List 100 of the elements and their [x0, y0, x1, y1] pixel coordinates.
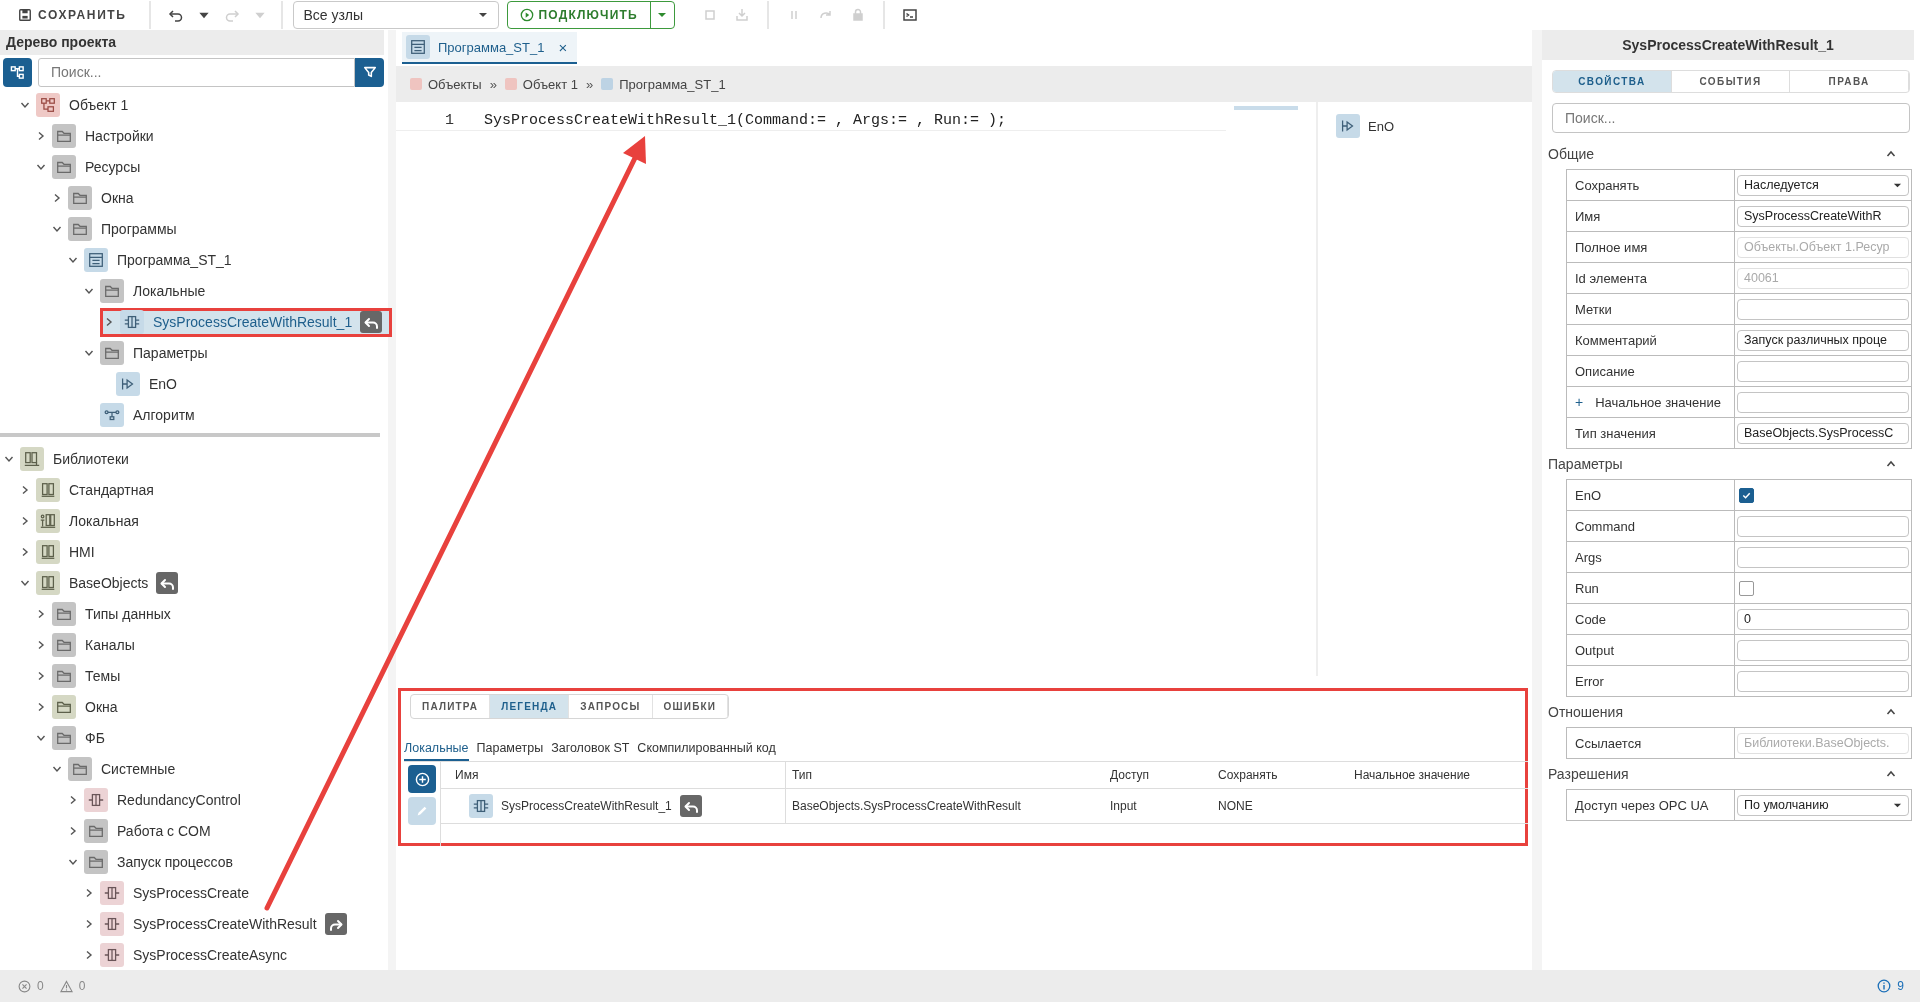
checkbox[interactable]: [1739, 487, 1754, 503]
sub-tab[interactable]: Локальные: [404, 739, 469, 761]
tree-item[interactable]: Типы данных: [36, 599, 181, 628]
tree-item[interactable]: Объект 1: [20, 90, 139, 120]
value-dropdown[interactable]: Наследуется: [1737, 174, 1909, 196]
tree-item[interactable]: BaseObjects: [20, 568, 189, 597]
properties-tab[interactable]: СВОЙСТВА: [1553, 71, 1672, 92]
tree-item[interactable]: EnO: [100, 369, 187, 399]
sub-tab[interactable]: Скомпилированный код: [637, 739, 776, 761]
search-field[interactable]: Поиск...: [1552, 103, 1910, 133]
chevron-right-icon[interactable]: [84, 918, 94, 929]
sub-tab[interactable]: Заголовок ST: [551, 739, 630, 761]
chevron-down-icon[interactable]: [52, 224, 62, 235]
value-field[interactable]: [1737, 546, 1909, 568]
save-button[interactable]: СОХРАНИТЬ: [12, 2, 139, 28]
value-field[interactable]: [1737, 360, 1909, 382]
folder-icon: [100, 279, 124, 304]
breadcrumb-link[interactable]: Объекты: [428, 76, 482, 92]
collapse-icon[interactable]: [1886, 707, 1896, 717]
chevron-right-icon[interactable]: [20, 515, 30, 526]
chevron-down-icon[interactable]: [20, 100, 30, 111]
value-field[interactable]: Запуск различных проце: [1737, 329, 1909, 351]
tree-item[interactable]: ФБ: [36, 723, 115, 752]
chevron-right-icon[interactable]: [36, 639, 46, 650]
tree-item[interactable]: Запуск процессов: [68, 847, 243, 876]
tree-item[interactable]: Алгоритм: [84, 400, 205, 430]
tree-item[interactable]: Библиотеки: [4, 444, 139, 473]
chevron-right-icon[interactable]: [68, 794, 78, 805]
chevron-right-icon[interactable]: [20, 546, 30, 557]
expand-toggle[interactable]: +: [1575, 394, 1584, 410]
value-field[interactable]: [1737, 298, 1909, 320]
block-icon: [469, 794, 493, 818]
collapse-icon[interactable]: [1886, 459, 1896, 469]
value-field[interactable]: [1737, 515, 1909, 537]
panel-tab[interactable]: ЗАПРОСЫ: [569, 695, 653, 718]
outline-item[interactable]: EnO: [1336, 114, 1532, 138]
value-field[interactable]: 0: [1737, 608, 1909, 630]
tree-item[interactable]: Окна: [36, 692, 128, 721]
tree-item[interactable]: Каналы: [36, 630, 145, 659]
chevron-right-icon[interactable]: [20, 484, 30, 495]
tree-item[interactable]: Программа_ST_1: [68, 245, 242, 275]
panel-tab[interactable]: ОШИБКИ: [652, 695, 729, 718]
chevron-right-icon[interactable]: [36, 608, 46, 619]
properties-tab[interactable]: СОБЫТИЯ: [1671, 71, 1791, 92]
add-button[interactable]: [408, 765, 436, 793]
value-dropdown[interactable]: По умолчанию: [1737, 794, 1909, 816]
tree-item[interactable]: Локальная: [20, 506, 149, 535]
tree-item[interactable]: SysProcessCreateWithResult_1: [100, 307, 393, 337]
chevron-right-icon[interactable]: [68, 825, 78, 836]
chevron-right-icon[interactable]: [36, 701, 46, 712]
tree-item[interactable]: Ресурсы: [36, 152, 151, 182]
chevron-down-icon[interactable]: [68, 255, 78, 266]
property-label: Комментарий: [1575, 332, 1657, 348]
value-field[interactable]: [1737, 670, 1909, 692]
value-field[interactable]: BaseObjects.SysProcessC: [1737, 422, 1909, 444]
collapse-icon[interactable]: [1886, 149, 1896, 159]
chevron-down-icon[interactable]: [84, 286, 94, 297]
folder-icon: [52, 155, 76, 180]
value-field: Объекты.Объект 1.Ресур: [1737, 236, 1909, 258]
tree-item[interactable]: SysProcessCreateAsync: [84, 940, 298, 969]
tree-item[interactable]: HMI: [20, 537, 105, 566]
folder-icon: [68, 186, 92, 211]
document-tab[interactable]: Программа_ST_1 ×: [402, 32, 578, 64]
breadcrumb-link[interactable]: Программа_ST_1: [619, 76, 726, 92]
tree-item[interactable]: Локальные: [84, 276, 216, 306]
tree-item[interactable]: SysProcessCreate: [84, 878, 259, 907]
value-field[interactable]: SysProcessCreateWithR: [1737, 205, 1909, 227]
chevron-right-icon[interactable]: [36, 670, 46, 681]
tree-item[interactable]: SysProcessCreateWithResult: [84, 909, 357, 938]
properties-tab[interactable]: ПРАВА: [1790, 71, 1909, 92]
close-icon[interactable]: ×: [558, 38, 568, 56]
tree-item[interactable]: Системные: [52, 754, 186, 783]
tree-item[interactable]: Параметры: [84, 338, 218, 368]
checkbox[interactable]: [1739, 580, 1754, 596]
tree-item[interactable]: Окна: [52, 183, 144, 213]
sub-tab[interactable]: Параметры: [476, 739, 544, 761]
node-filter-dropdown[interactable]: Все узлы: [292, 1, 499, 29]
tree-item[interactable]: Темы: [36, 661, 131, 690]
chevron-right-icon[interactable]: [104, 317, 114, 328]
tree-item[interactable]: Работа с COM: [68, 816, 221, 845]
collapse-icon[interactable]: [1886, 769, 1896, 779]
panel-tab[interactable]: ЛЕГЕНДА: [490, 695, 570, 718]
chevron-right-icon[interactable]: [52, 193, 62, 204]
redo-icon: [223, 7, 240, 23]
panel-title: Дерево проекта: [0, 30, 384, 55]
chevron-down-icon[interactable]: [84, 348, 94, 359]
tree-item[interactable]: Программы: [52, 214, 187, 244]
tree-item[interactable]: RedundancyControl: [68, 785, 251, 814]
breadcrumb-link[interactable]: Объект 1: [522, 76, 578, 92]
tree-item[interactable]: Стандартная: [20, 475, 164, 504]
chevron-right-icon[interactable]: [36, 131, 46, 142]
chevron-right-icon[interactable]: [84, 887, 94, 898]
filter-button[interactable]: [355, 57, 384, 87]
chevron-right-icon[interactable]: [84, 949, 94, 960]
chevron-down-icon[interactable]: [36, 162, 46, 173]
tree-view-button[interactable]: [3, 57, 32, 87]
value-field[interactable]: [1737, 639, 1909, 661]
tree-item[interactable]: Настройки: [36, 121, 164, 151]
search-field[interactable]: Поиск...: [38, 57, 355, 87]
value-field[interactable]: [1737, 391, 1909, 413]
